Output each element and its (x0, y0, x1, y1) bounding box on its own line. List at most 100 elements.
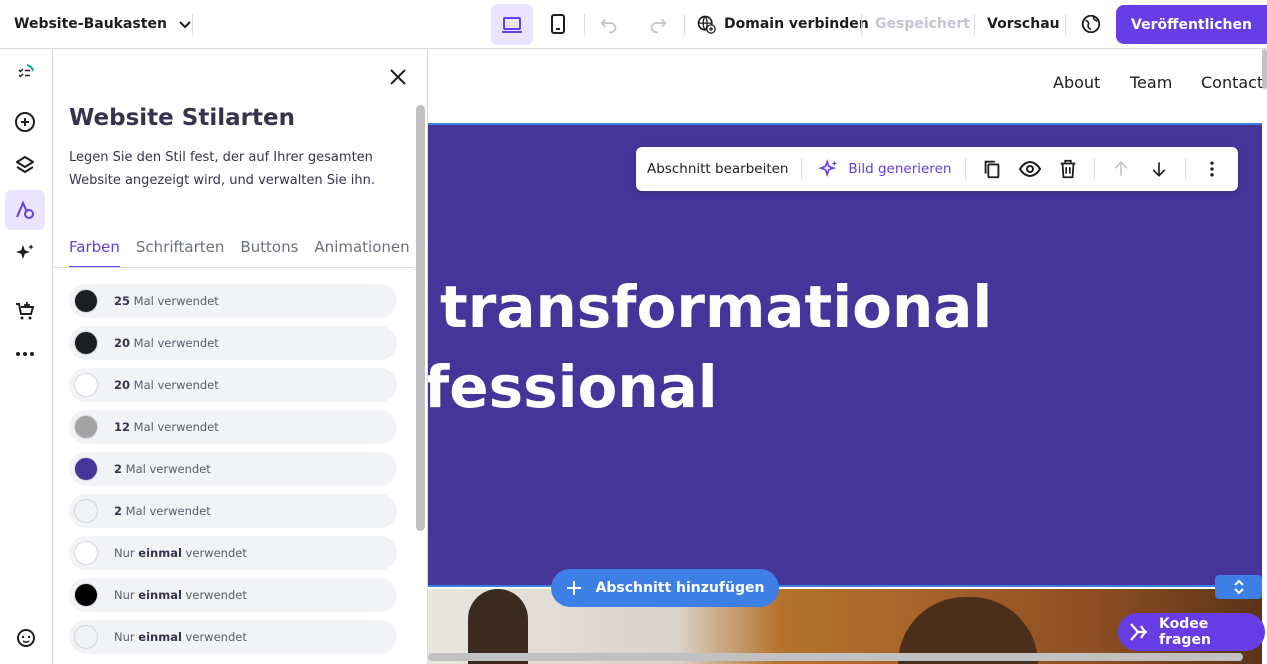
ai-tools-button[interactable] (5, 233, 45, 273)
redo-button[interactable] (646, 12, 670, 36)
color-swatch[interactable] (74, 373, 98, 397)
generate-image-button[interactable]: Bild generieren (818, 158, 951, 180)
canvas-vertical-scrollbar[interactable] (1262, 49, 1267, 89)
color-item[interactable]: 2 Mal verwendet (69, 452, 397, 486)
chevron-up-down-icon (1233, 579, 1244, 595)
color-swatch[interactable] (74, 457, 98, 481)
color-item[interactable]: 2 Mal verwendet (69, 494, 397, 528)
divider (192, 14, 193, 36)
arrow-up-icon (1114, 161, 1128, 176)
nav-link-team[interactable]: Team (1130, 73, 1172, 92)
color-swatch[interactable] (74, 415, 98, 439)
add-section-button[interactable]: Abschnitt hinzufügen (551, 569, 779, 607)
redo-icon (650, 18, 667, 34)
tab-fonts[interactable]: Schriftarten (136, 238, 224, 268)
tab-animations[interactable]: Animationen (314, 238, 409, 268)
color-swatch[interactable] (74, 289, 98, 313)
move-up-button[interactable] (1109, 155, 1133, 183)
color-usage-label: 20 Mal verwendet (114, 336, 219, 350)
saved-status: Gespeichert (875, 16, 970, 32)
panel-description: Legen Sie den Stil fest, der auf Ihrer g… (69, 150, 375, 188)
color-usage-label: Nur einmal verwendet (114, 546, 247, 560)
divider (1065, 14, 1066, 36)
nav-link-contact[interactable]: Contact (1201, 73, 1263, 92)
color-swatch[interactable] (74, 583, 98, 607)
layers-icon (16, 156, 34, 173)
divider (584, 14, 585, 36)
color-item[interactable]: Nur einmal verwendet (69, 536, 397, 570)
checklist-button[interactable] (5, 53, 45, 93)
color-swatch[interactable] (74, 625, 98, 649)
left-rail (0, 49, 53, 664)
plus-icon (566, 581, 581, 595)
desktop-view-button[interactable] (491, 4, 533, 45)
language-button[interactable] (1080, 13, 1102, 35)
close-icon (390, 69, 406, 85)
top-bar: Website-Baukasten Domain verbinden Gespe… (0, 0, 1267, 49)
more-vertical-icon (1210, 161, 1214, 177)
hero-heading-line-1[interactable]: transformational (440, 273, 992, 341)
color-swatch[interactable] (74, 499, 98, 523)
styles-button[interactable] (5, 190, 45, 230)
publish-button[interactable]: Veröffentlichen (1116, 5, 1267, 44)
layers-button[interactable] (5, 145, 45, 185)
copy-icon (984, 160, 1000, 179)
undo-button[interactable] (597, 12, 621, 36)
globe-plus-icon (696, 14, 716, 34)
color-swatch[interactable] (74, 541, 98, 565)
website-builder-menu[interactable]: Website-Baukasten (14, 0, 193, 48)
arrow-down-icon (1152, 162, 1166, 177)
panel-scrollbar[interactable] (416, 105, 425, 531)
color-item[interactable]: 25 Mal verwendet (69, 284, 397, 318)
generate-image-label: Bild generieren (848, 161, 952, 177)
section-resize-handle[interactable] (1215, 575, 1262, 599)
editor-canvas: About Team Contact transformational fess… (428, 49, 1267, 664)
kodee-label: Kodee fragen (1158, 616, 1211, 648)
divider (965, 158, 967, 180)
delete-section-button[interactable] (1056, 155, 1080, 183)
nav-link-about[interactable]: About (1053, 73, 1100, 92)
section-toolbar: Abschnitt bearbeiten Bild generieren (636, 147, 1238, 191)
chevron-down-icon (179, 21, 191, 29)
divider (801, 158, 803, 180)
style-tabs: Farben Schriftarten Buttons Animationen (69, 238, 426, 268)
color-item[interactable]: 20 Mal verwendet (69, 368, 397, 402)
store-button[interactable] (5, 291, 45, 331)
palette-icon (16, 200, 34, 219)
divider (861, 14, 862, 36)
color-usage-label: 2 Mal verwendet (114, 462, 211, 476)
section-more-button[interactable] (1200, 155, 1224, 183)
canvas-horizontal-scrollbar[interactable] (428, 653, 1243, 661)
close-panel-button[interactable] (386, 65, 410, 89)
tab-colors[interactable]: Farben (69, 238, 120, 268)
mobile-icon (551, 14, 565, 34)
more-button[interactable] (5, 334, 45, 374)
eye-icon (1019, 160, 1042, 178)
sparkles-icon (818, 159, 838, 178)
kodee-ai-button[interactable]: Kodee fragen (1118, 613, 1265, 651)
tabs-divider (53, 267, 414, 268)
color-swatch[interactable] (74, 331, 98, 355)
divider (684, 14, 685, 36)
mobile-view-button[interactable] (546, 12, 570, 36)
duplicate-section-button[interactable] (980, 155, 1004, 183)
move-down-button[interactable] (1147, 155, 1171, 183)
checklist-icon (18, 64, 34, 78)
connect-domain-button[interactable]: Domain verbinden (724, 0, 869, 48)
add-element-button[interactable] (5, 102, 45, 142)
hero-heading-line-2[interactable]: fessional (428, 353, 718, 421)
color-item[interactable]: Nur einmal verwendet (69, 620, 397, 654)
color-item[interactable]: 20 Mal verwendet (69, 326, 397, 360)
preview-button[interactable]: Vorschau (987, 0, 1060, 48)
kodee-icon (1130, 623, 1147, 641)
color-item[interactable]: 12 Mal verwendet (69, 410, 397, 444)
edit-section-button[interactable]: Abschnitt bearbeiten (647, 161, 788, 177)
hero-section[interactable]: transformational fessional (428, 123, 1262, 587)
tab-buttons[interactable]: Buttons (240, 238, 298, 268)
plus-circle-icon (15, 112, 35, 132)
hide-section-button[interactable] (1018, 155, 1042, 183)
color-item[interactable]: Nur einmal verwendet (69, 578, 397, 612)
color-usage-label: 12 Mal verwendet (114, 420, 219, 434)
help-button[interactable] (5, 617, 45, 657)
sparkles-icon (16, 244, 34, 259)
